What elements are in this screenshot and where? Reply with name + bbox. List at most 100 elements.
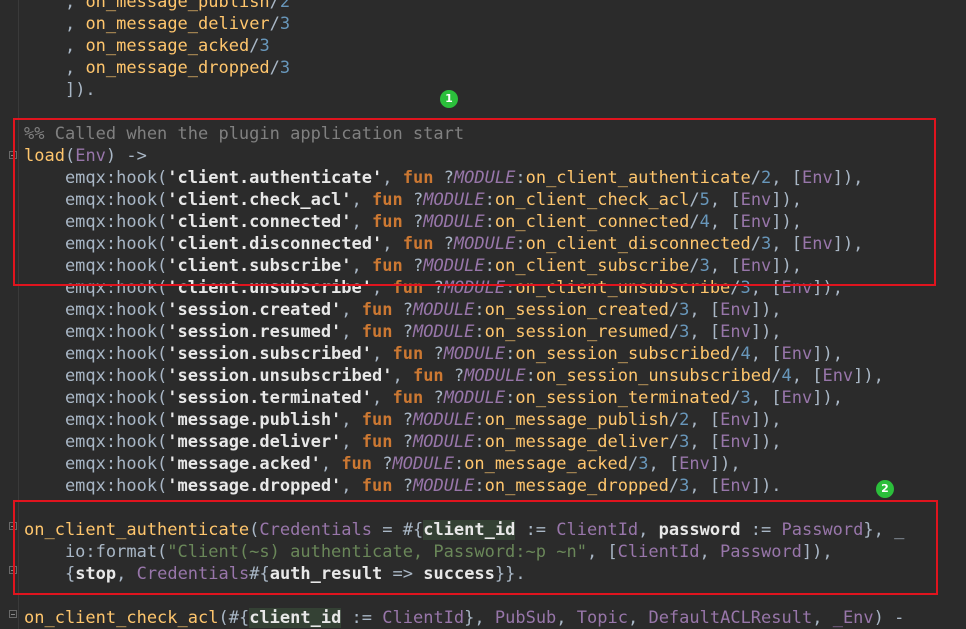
code-token: fun xyxy=(341,454,373,474)
code-token: MODULE xyxy=(412,432,475,452)
code-line[interactable]: , on_message_deliver/3 xyxy=(24,13,290,35)
code-token: MODULE xyxy=(412,300,475,320)
code-line[interactable]: ]). xyxy=(24,79,96,101)
code-token: , [ xyxy=(648,454,680,474)
code-line[interactable]: , on_message_publish/2 xyxy=(24,0,290,13)
code-token: / xyxy=(771,366,782,386)
code-token: , xyxy=(64,58,86,78)
code-token: on_message_deliver xyxy=(484,432,669,452)
code-token: ? xyxy=(443,366,465,386)
code-line[interactable]: on_client_check_acl(#{client_id := Clien… xyxy=(24,607,904,629)
code-editor[interactable]: , on_message_publish/2 , on_message_deli… xyxy=(0,0,966,629)
code-token: : xyxy=(453,454,465,474)
code-token: 3 xyxy=(740,388,751,408)
code-token: on_message_deliver xyxy=(85,14,270,34)
code-token: , xyxy=(64,0,86,12)
annotation-box-1 xyxy=(13,118,936,286)
code-token: 3 xyxy=(638,454,649,474)
code-token: / xyxy=(668,432,680,452)
code-token: emqx:hook( xyxy=(24,366,168,386)
code-token: / xyxy=(730,344,741,364)
code-token: ? xyxy=(423,388,444,408)
code-token: 'session.subscribed' xyxy=(167,344,372,364)
code-token: MODULE xyxy=(412,476,475,496)
code-token: on_message_acked xyxy=(464,454,628,474)
code-token: MODULE xyxy=(392,454,454,474)
code-token: 'message.deliver' xyxy=(167,432,342,452)
code-token: MODULE xyxy=(443,388,506,408)
code-token: on_message_acked xyxy=(85,36,250,56)
code-line[interactable]: , on_message_dropped/3 xyxy=(24,57,290,79)
code-token: 4 xyxy=(781,366,792,386)
code-token: 2 xyxy=(279,0,291,12)
code-token: 'message.acked' xyxy=(167,454,321,474)
code-line[interactable]: emqx:hook('session.resumed', fun ?MODULE… xyxy=(24,321,782,343)
code-token: on_session_subscribed xyxy=(515,344,731,364)
code-token: ? xyxy=(392,476,413,496)
code-token: ]), xyxy=(853,366,884,386)
code-token: Env xyxy=(720,432,751,452)
code-token: ]). xyxy=(64,80,96,100)
code-token: emqx:hook( xyxy=(24,322,168,342)
code-token: ) - xyxy=(873,608,905,628)
code-line[interactable]: emqx:hook('message.dropped', fun ?MODULE… xyxy=(24,475,782,497)
code-line[interactable]: emqx:hook('session.created', fun ?MODULE… xyxy=(24,299,782,321)
code-token: }, xyxy=(464,608,495,628)
code-token: : xyxy=(474,322,485,342)
code-token: ? xyxy=(372,454,393,474)
code-token: , xyxy=(341,432,362,452)
code-token: emqx:hook( xyxy=(24,410,168,430)
code-token: 3 xyxy=(259,36,270,56)
code-token: ]), xyxy=(709,454,741,474)
code-token: , xyxy=(812,608,833,628)
code-token: emqx:hook( xyxy=(24,432,168,452)
code-token: / xyxy=(668,410,680,430)
code-token: / xyxy=(627,454,639,474)
code-line[interactable]: emqx:hook('message.acked', fun ?MODULE:o… xyxy=(24,453,741,475)
code-token: ]), xyxy=(750,410,782,430)
code-token: ? xyxy=(392,410,413,430)
code-line[interactable]: , on_message_acked/3 xyxy=(24,35,270,57)
code-token: , [ xyxy=(689,476,721,496)
code-token: , xyxy=(64,14,86,34)
code-line[interactable]: emqx:hook('session.subscribed', fun ?MOD… xyxy=(24,343,843,365)
code-token: on_session_terminated xyxy=(515,388,731,408)
code-token: , [ xyxy=(689,300,721,320)
code-token: ]), xyxy=(812,344,843,364)
code-token: , [ xyxy=(750,344,782,364)
code-token: emqx:hook( xyxy=(24,344,168,364)
code-token: on_message_publish xyxy=(484,410,669,430)
code-token: , xyxy=(64,36,86,56)
code-line[interactable]: emqx:hook('message.deliver', fun ?MODULE… xyxy=(24,431,782,453)
code-token: : xyxy=(505,344,516,364)
code-token: : xyxy=(474,476,485,496)
code-token: / xyxy=(730,388,741,408)
code-token: on_session_created xyxy=(484,300,669,320)
fold-marker-icon[interactable] xyxy=(9,610,17,618)
code-token: 3 xyxy=(279,58,291,78)
code-token: , xyxy=(341,322,362,342)
code-token: client_id xyxy=(249,608,342,628)
code-token: on_session_unsubscribed xyxy=(535,366,772,386)
code-token: emqx:hook( xyxy=(24,454,168,474)
code-line[interactable]: emqx:hook('session.terminated', fun ?MOD… xyxy=(24,387,843,409)
code-token: , xyxy=(372,344,393,364)
annotation-box-2 xyxy=(13,500,938,595)
code-token: / xyxy=(668,300,680,320)
code-line[interactable]: emqx:hook('message.publish', fun ?MODULE… xyxy=(24,409,782,431)
code-token: : xyxy=(505,388,516,408)
code-token: , [ xyxy=(791,366,823,386)
code-token: emqx:hook( xyxy=(24,388,168,408)
code-token: PubSub xyxy=(494,608,557,628)
code-token: MODULE xyxy=(443,344,506,364)
code-token: 'session.resumed' xyxy=(167,322,342,342)
code-token: on_session_resumed xyxy=(484,322,669,342)
code-token: DefaultACLResult xyxy=(648,608,813,628)
code-token: , [ xyxy=(689,432,721,452)
code-line[interactable]: emqx:hook('session.unsubscribed', fun ?M… xyxy=(24,365,884,387)
